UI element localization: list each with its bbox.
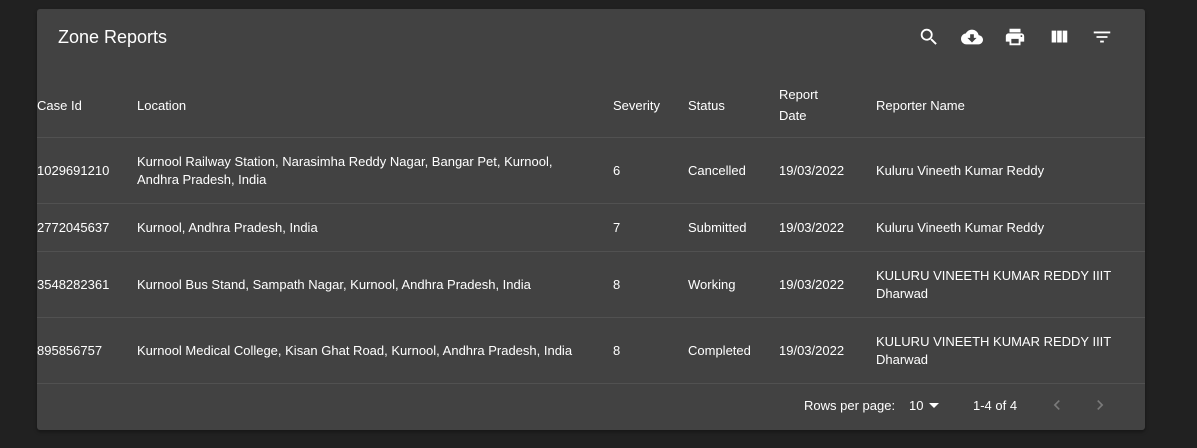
report-date-cell: 19/03/2022 xyxy=(779,251,876,318)
next-page-button[interactable] xyxy=(1088,393,1112,417)
case-id-cell: 895856757 xyxy=(37,317,137,384)
report-date-header-line1: Report xyxy=(779,87,819,102)
column-header-location[interactable]: Location xyxy=(137,73,613,138)
table-row[interactable]: 3548282361 Kurnool Bus Stand, Sampath Na… xyxy=(37,251,1145,318)
zone-reports-table-panel: Zone Reports Case Id Location Severity S… xyxy=(37,9,1145,430)
status-cell: Cancelled xyxy=(688,137,779,204)
search-button[interactable] xyxy=(913,21,945,53)
severity-cell: 8 xyxy=(613,251,688,318)
cloud-download-icon xyxy=(961,29,983,45)
case-id-cell: 1029691210 xyxy=(37,137,137,204)
location-cell: Kurnool Railway Station, Narasimha Reddy… xyxy=(137,137,613,204)
view-column-icon xyxy=(1051,30,1068,43)
location-line: Andhra Pradesh, India xyxy=(137,171,267,187)
view-columns-button[interactable] xyxy=(1043,21,1075,53)
location-line: Kurnool Bus Stand, Sampath Nagar, Kurnoo… xyxy=(137,276,531,292)
status-cell: Submitted xyxy=(688,203,779,252)
reporter-line: Dharwad xyxy=(876,285,929,301)
previous-page-button[interactable] xyxy=(1045,393,1069,417)
report-date-header-line2: Date xyxy=(779,108,807,123)
reporter-name-cell: KULURU VINEETH KUMAR REDDY IIIT Dharwad xyxy=(876,317,1145,384)
reporter-line: Kuluru Vineeth Kumar Reddy xyxy=(876,219,1045,235)
location-line: Kurnool Medical College, Kisan Ghat Road… xyxy=(137,342,573,358)
case-id-cell: 3548282361 xyxy=(37,251,137,318)
report-date-cell: 19/03/2022 xyxy=(779,137,876,204)
print-button[interactable] xyxy=(999,21,1031,53)
dropdown-arrow-icon xyxy=(929,403,940,408)
column-header-severity[interactable]: Severity xyxy=(613,73,688,138)
pagination-range: 1-4 of 4 xyxy=(973,398,1018,413)
location-cell: Kurnool, Andhra Pradesh, India xyxy=(137,203,613,252)
location-line: Kurnool Railway Station, Narasimha Reddy… xyxy=(137,153,553,169)
table-row[interactable]: 895856757 Kurnool Medical College, Kisan… xyxy=(37,317,1145,384)
column-header-case-id[interactable]: Case Id xyxy=(37,73,137,138)
reporter-line: Dharwad xyxy=(876,351,929,367)
download-csv-button[interactable] xyxy=(956,21,988,53)
table-header-row: Case Id Location Severity Status Report … xyxy=(37,73,1145,138)
chevron-right-icon xyxy=(1097,400,1104,410)
filter-list-icon xyxy=(1093,31,1111,43)
severity-cell: 7 xyxy=(613,203,688,252)
reports-table: Case Id Location Severity Status Report … xyxy=(37,73,1145,384)
severity-cell: 6 xyxy=(613,137,688,204)
rows-per-page-label: Rows per page: xyxy=(804,398,896,413)
location-cell: Kurnool Medical College, Kisan Ghat Road… xyxy=(137,317,613,384)
table-toolbar: Zone Reports xyxy=(37,9,1145,65)
column-header-report-date[interactable]: Report Date xyxy=(779,73,876,138)
report-date-cell: 19/03/2022 xyxy=(779,317,876,384)
status-cell: Completed xyxy=(688,317,779,384)
page-title: Zone Reports xyxy=(58,27,168,47)
reporter-name-cell: KULURU VINEETH KUMAR REDDY IIIT Dharwad xyxy=(876,251,1145,318)
pagination-footer: Rows per page: 10 1-4 of 4 xyxy=(37,383,1145,430)
table-row[interactable]: 1029691210 Kurnool Railway Station, Nara… xyxy=(37,137,1145,204)
reporter-name-cell: Kuluru Vineeth Kumar Reddy xyxy=(876,137,1145,204)
rows-per-page-select[interactable]: 10 xyxy=(909,398,940,413)
table-row[interactable]: 2772045637 Kurnool, Andhra Pradesh, Indi… xyxy=(37,203,1145,252)
reporter-line: KULURU VINEETH KUMAR REDDY IIIT xyxy=(876,267,1112,283)
case-id-cell: 2772045637 xyxy=(37,203,137,252)
report-date-cell: 19/03/2022 xyxy=(779,203,876,252)
reporter-line: Kuluru Vineeth Kumar Reddy xyxy=(876,162,1045,178)
column-header-status[interactable]: Status xyxy=(688,73,779,138)
severity-cell: 8 xyxy=(613,317,688,384)
reporter-name-cell: Kuluru Vineeth Kumar Reddy xyxy=(876,203,1145,252)
location-cell: Kurnool Bus Stand, Sampath Nagar, Kurnoo… xyxy=(137,251,613,318)
location-line: Kurnool, Andhra Pradesh, India xyxy=(137,219,318,235)
reporter-line: KULURU VINEETH KUMAR REDDY IIIT xyxy=(876,333,1112,349)
status-cell: Working xyxy=(688,251,779,318)
rows-per-page-value: 10 xyxy=(909,398,924,413)
search-icon xyxy=(920,28,937,45)
filter-button[interactable] xyxy=(1086,21,1118,53)
column-header-reporter-name[interactable]: Reporter Name xyxy=(876,73,1145,138)
print-icon xyxy=(1005,28,1025,46)
chevron-left-icon xyxy=(1053,400,1060,410)
